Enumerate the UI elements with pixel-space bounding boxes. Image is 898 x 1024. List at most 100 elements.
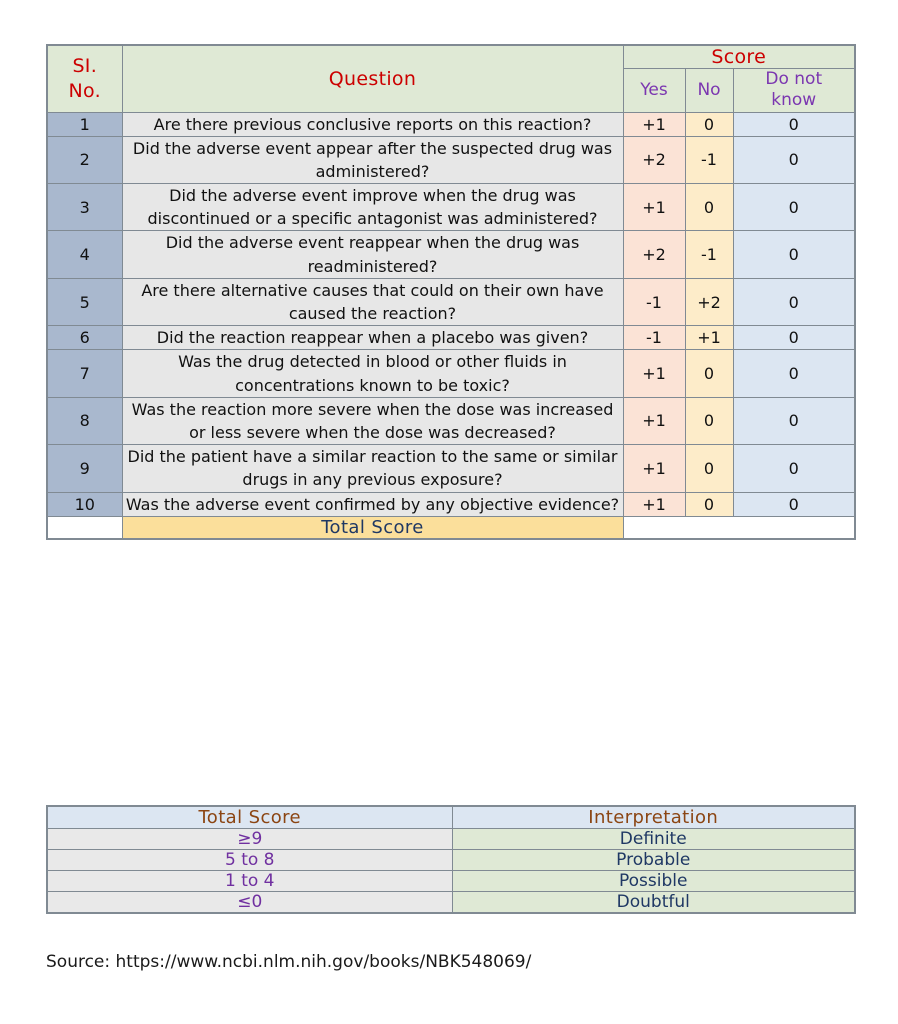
naranjo-scale-table: SI. No. Question Score Yes No Do not kno… [46,44,857,540]
cell-score-no: -1 [684,230,734,279]
interpretation-table: Total Score Interpretation ≥9 Definite 5… [46,805,856,914]
header-row-primary: SI. No. Question Score [46,44,856,113]
cell-interpretation: Possible [451,870,856,892]
header-sl-no-line1: SI. [72,55,98,78]
naranjo-scale-table-container: SI. No. Question Score Yes No Do not kno… [46,44,857,540]
header-sl-no: SI. No. [46,44,123,113]
table-row: 4 Did the adverse event reappear when th… [46,230,856,279]
cell-score-no: 0 [684,183,734,232]
table-row: 1 Are there previous conclusive reports … [46,111,856,137]
table-row: 8 Was the reaction more severe when the … [46,396,856,446]
header-sl-no-line2: No. [68,79,101,102]
table-row: 10 Was the adverse event confirmed by an… [46,491,856,517]
cell-sl-no: 2 [46,135,123,185]
cell-question: Was the drug detected in blood or other … [121,349,624,398]
cell-score-range: 1 to 4 [46,870,453,892]
cell-question: Did the adverse event reappear when the … [121,230,624,279]
cell-sl-no: 3 [46,183,123,232]
cell-score-yes: +2 [622,135,686,185]
cell-score-dnk: 0 [732,277,856,327]
cell-interpretation: Doubtful [451,891,856,914]
table-row: 2 Did the adverse event appear after the… [46,135,856,185]
cell-question: Did the patient have a similar reaction … [121,444,624,493]
cell-score-yes: +2 [622,230,686,279]
cell-sl-no: 8 [46,396,123,446]
cell-score-dnk: 0 [732,491,856,517]
header-interpretation: Interpretation [451,805,856,829]
list-item: 5 to 8 Probable [46,849,856,871]
header-do-not-know-line2: know [771,90,817,111]
header-score: Score [622,44,856,69]
cell-question: Did the reaction reappear when a placebo… [121,325,624,351]
cell-interpretation: Probable [451,849,856,871]
header-do-not-know-line1: Do not [765,69,823,89]
cell-score-yes: +1 [622,396,686,446]
cell-score-range: 5 to 8 [46,849,453,871]
cell-score-no: +1 [684,325,734,351]
cell-question: Did the adverse event improve when the d… [121,183,624,232]
cell-total-score-label: Total Score [121,515,624,540]
cell-score-yes: +1 [622,111,686,137]
cell-question: Are there previous conclusive reports on… [121,111,624,137]
cell-score-yes: -1 [622,277,686,327]
cell-total-score-value[interactable] [622,515,856,540]
document-page: SI. No. Question Score Yes No Do not kno… [0,0,898,1024]
cell-score-yes: -1 [622,325,686,351]
interpretation-header-row: Total Score Interpretation [46,805,856,829]
cell-sl-no: 9 [46,444,123,493]
header-question: Question [121,44,624,113]
header-total-score: Total Score [46,805,453,829]
cell-score-no: 0 [684,349,734,398]
list-item: 1 to 4 Possible [46,870,856,892]
table-header: SI. No. Question Score Yes No Do not kno… [46,44,856,113]
cell-sl-no: 4 [46,230,123,279]
cell-question: Was the reaction more severe when the do… [121,396,624,446]
cell-score-dnk: 0 [732,183,856,232]
list-item: ≥9 Definite [46,828,856,850]
cell-score-dnk: 0 [732,444,856,493]
header-no: No [684,68,734,113]
cell-score-no: 0 [684,444,734,493]
list-item: ≤0 Doubtful [46,891,856,914]
cell-score-no: -1 [684,135,734,185]
cell-score-dnk: 0 [732,111,856,137]
cell-question: Did the adverse event appear after the s… [121,135,624,185]
cell-score-dnk: 0 [732,135,856,185]
header-do-not-know: Do not know [732,68,856,113]
cell-sl-no: 5 [46,277,123,327]
table-row: 6 Did the reaction reappear when a place… [46,325,856,351]
cell-score-yes: +1 [622,183,686,232]
interpretation-table-header: Total Score Interpretation [46,805,856,829]
cell-score-no: 0 [684,111,734,137]
cell-sl-no: 7 [46,349,123,398]
table-row: 7 Was the drug detected in blood or othe… [46,349,856,398]
source-citation: Source: https://www.ncbi.nlm.nih.gov/boo… [46,952,532,972]
cell-score-dnk: 0 [732,325,856,351]
interpretation-table-body: ≥9 Definite 5 to 8 Probable 1 to 4 Possi… [46,828,856,914]
total-score-row: Total Score [46,515,856,540]
cell-score-no: 0 [684,396,734,446]
table-row: 3 Did the adverse event improve when the… [46,183,856,232]
header-yes: Yes [622,68,686,113]
cell-sl-no: 6 [46,325,123,351]
cell-sl-no: 1 [46,111,123,137]
cell-total-sl-blank [46,515,123,540]
cell-score-dnk: 0 [732,396,856,446]
cell-score-yes: +1 [622,444,686,493]
cell-score-no: +2 [684,277,734,327]
table-row: 9 Did the patient have a similar reactio… [46,444,856,493]
cell-interpretation: Definite [451,828,856,850]
cell-question: Was the adverse event confirmed by any o… [121,491,624,517]
cell-sl-no: 10 [46,491,123,517]
cell-score-yes: +1 [622,491,686,517]
cell-score-range: ≥9 [46,828,453,850]
cell-score-range: ≤0 [46,891,453,914]
cell-score-yes: +1 [622,349,686,398]
table-row: 5 Are there alternative causes that coul… [46,277,856,327]
cell-score-dnk: 0 [732,349,856,398]
cell-score-no: 0 [684,491,734,517]
cell-question: Are there alternative causes that could … [121,277,624,327]
table-body: 1 Are there previous conclusive reports … [46,111,856,540]
cell-score-dnk: 0 [732,230,856,279]
interpretation-table-container: Total Score Interpretation ≥9 Definite 5… [46,805,856,914]
